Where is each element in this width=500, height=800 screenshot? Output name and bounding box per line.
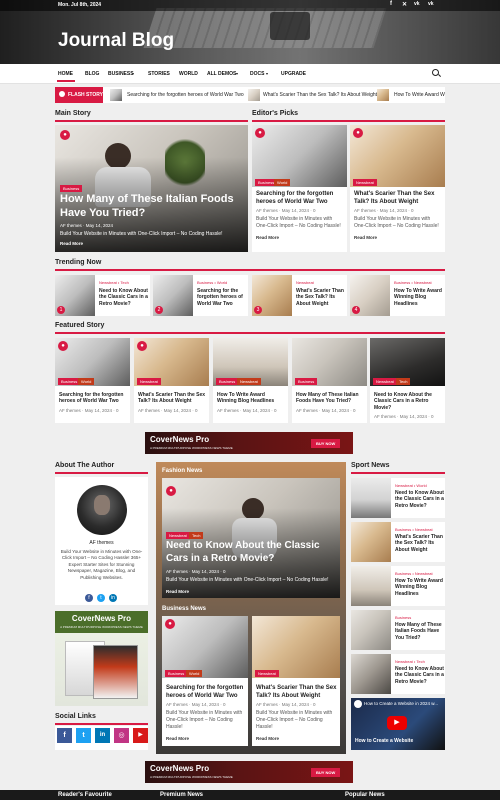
featured-card[interactable]: ● Business World Searching for the forgo… xyxy=(55,338,130,423)
buy-now-button[interactable]: BUY NOW xyxy=(311,439,341,448)
camera-icon: ● xyxy=(58,341,68,351)
chevron-down-icon: ▾ xyxy=(266,71,269,76)
linkedin-icon[interactable]: in xyxy=(95,728,110,743)
sport-item[interactable]: Business • Newsbeat How To Write Award W… xyxy=(351,566,445,606)
trending-item[interactable]: 4 Business • Newsbeat How To Write Award… xyxy=(350,275,445,316)
section-heading: Trending Now xyxy=(55,259,102,266)
section-heading: Sport News xyxy=(351,462,390,469)
vk-icon[interactable]: vk xyxy=(428,1,434,7)
nav-stories[interactable]: STORIES xyxy=(148,71,170,77)
section-heading: About The Author xyxy=(55,462,115,469)
nav-docs[interactable]: DOCS xyxy=(250,71,264,77)
camera-icon: ● xyxy=(137,341,147,351)
camera-icon: ● xyxy=(60,130,70,140)
flash-bar: FLASH STORY Searching for the forgotten … xyxy=(55,87,445,103)
camera-icon: ● xyxy=(255,128,265,138)
video-embed[interactable]: How to Create a Website in 2024 w... ▶ H… xyxy=(351,698,445,750)
section-heading: Fashion News xyxy=(162,468,203,474)
x-icon[interactable]: ✕ xyxy=(402,1,407,8)
ad-box[interactable]: CoverNews Pro A PREMIUM MULTIPURPOSE WOR… xyxy=(55,611,148,706)
sport-item[interactable]: Business • Newsbeat What's Scarier Than … xyxy=(351,522,445,562)
main-nav: HOME BLOG BUSINESS ▾ STORIES WORLD ALL D… xyxy=(0,64,500,84)
social-links-widget: f t in ◎ ▶ xyxy=(55,726,148,750)
business-card[interactable]: Newsbeat What's Scarier Than the Sex Tal… xyxy=(252,616,340,746)
nav-business[interactable]: BUSINESS xyxy=(108,71,134,77)
section-heading: Premium News xyxy=(160,792,204,798)
flash-thumb xyxy=(248,89,260,101)
x-icon[interactable]: t xyxy=(97,594,105,602)
sport-item[interactable]: Newsbeat • World Need to Know About the … xyxy=(351,478,445,518)
editors-pick-card[interactable]: ● Business World Searching for the forgo… xyxy=(252,125,347,252)
promo-banner[interactable]: CoverNews Pro A PREMIUM MULTIPURPOSE WOR… xyxy=(145,761,353,783)
youtube-icon[interactable]: ▶ xyxy=(133,728,148,743)
read-more-link[interactable]: Read More xyxy=(60,241,83,246)
section-heading: Reader's Favourite xyxy=(58,792,112,798)
featured-card[interactable]: ● Newsbeat What's Scarier Than the Sex T… xyxy=(134,338,209,423)
trending-item[interactable]: 2 Business • World Searching for the for… xyxy=(153,275,248,316)
flash-thumb xyxy=(110,89,122,101)
featured-card[interactable]: Business How Many of These Italian Foods… xyxy=(292,338,367,423)
facebook-icon[interactable]: f xyxy=(390,1,392,7)
trending-item[interactable]: 3 Newsbeat What's Scarier Than the Sex T… xyxy=(252,275,347,316)
nav-all-demos[interactable]: ALL DEMOS xyxy=(207,71,236,77)
chevron-down-icon: ▾ xyxy=(236,71,239,76)
chevron-down-icon: ▾ xyxy=(132,71,135,76)
featured-card[interactable]: Business Newsbeat How To Write Award Win… xyxy=(213,338,288,423)
play-icon[interactable]: ▶ xyxy=(387,716,407,730)
author-bio: Build Your Website in Minutes with One-C… xyxy=(60,549,143,580)
site-title[interactable]: Journal Blog xyxy=(58,30,174,52)
section-heading: Social Links xyxy=(55,713,96,720)
business-card[interactable]: ● Business World Searching for the forgo… xyxy=(162,616,248,746)
facebook-icon[interactable]: f xyxy=(57,728,72,743)
vk-icon[interactable]: vk xyxy=(414,1,420,7)
sport-item[interactable]: Business How Many of These Italian Foods… xyxy=(351,610,445,650)
nav-active-indicator xyxy=(57,80,75,82)
flash-item[interactable]: How To Write Award Win xyxy=(394,92,445,98)
nav-home[interactable]: HOME xyxy=(58,71,73,77)
nav-blog[interactable]: BLOG xyxy=(85,71,99,77)
promo-banner[interactable]: CoverNews Pro A PREMIUM MULTIPURPOSE WOR… xyxy=(145,432,353,454)
main-story-excerpt: Build Your Website in Minutes with One-C… xyxy=(60,231,223,237)
section-heading: Popular News xyxy=(345,792,385,798)
sport-item[interactable]: Newsbeat • Tech Need to Know About the C… xyxy=(351,654,445,694)
lightning-icon xyxy=(59,91,65,97)
camera-icon: ● xyxy=(166,486,176,496)
main-story-title[interactable]: How Many of These Italian Foods Have You… xyxy=(60,193,240,221)
instagram-icon[interactable]: ◎ xyxy=(114,728,129,743)
fashion-card[interactable]: ● Newsbeat Tech Need to Know About the C… xyxy=(162,478,340,598)
author-widget: AF themes Build Your Website in Minutes … xyxy=(55,477,148,605)
featured-card[interactable]: Newsbeat Tech Need to Know About the Cla… xyxy=(370,338,445,423)
theme-mockup xyxy=(93,645,138,699)
current-date: Mon. Jul 8th, 2024 xyxy=(58,2,102,8)
main-story-card[interactable]: ● Business How Many of These Italian Foo… xyxy=(55,125,248,252)
linkedin-icon[interactable]: in xyxy=(109,594,117,602)
section-heading: Featured Story xyxy=(55,322,105,329)
footer-strip: Reader's Favourite Premium News Popular … xyxy=(0,790,500,800)
flash-thumb xyxy=(377,89,389,101)
author-name[interactable]: AF themes xyxy=(55,540,148,546)
trending-item[interactable]: 1 Newsbeat • Tech Need to Know About the… xyxy=(55,275,150,316)
facebook-icon[interactable]: f xyxy=(85,594,93,602)
channel-icon xyxy=(354,700,362,708)
section-heading: Editor's Picks xyxy=(252,110,299,117)
video-title: How to Create a Website in 2024 w... xyxy=(364,701,438,706)
x-icon[interactable]: t xyxy=(76,728,91,743)
camera-icon: ● xyxy=(353,128,363,138)
buy-now-button[interactable]: BUY NOW xyxy=(311,768,341,777)
nav-upgrade[interactable]: UPGRADE xyxy=(281,71,306,77)
flash-item[interactable]: What's Scarier Than the Sex Talk? Its Ab… xyxy=(263,92,377,98)
flash-label: FLASH STORY xyxy=(55,87,103,103)
flash-item[interactable]: Searching for the forgotten heroes of Wo… xyxy=(127,92,244,98)
camera-icon: ● xyxy=(165,619,175,629)
editors-pick-card[interactable]: ● Newsbeat What's Scarier Than the Sex T… xyxy=(350,125,445,252)
section-heading: Business News xyxy=(162,606,207,612)
section-heading: Main Story xyxy=(55,110,91,117)
nav-world[interactable]: WORLD xyxy=(179,71,198,77)
top-bar: Mon. Jul 8th, 2024 f ✕ vk vk xyxy=(0,0,500,11)
